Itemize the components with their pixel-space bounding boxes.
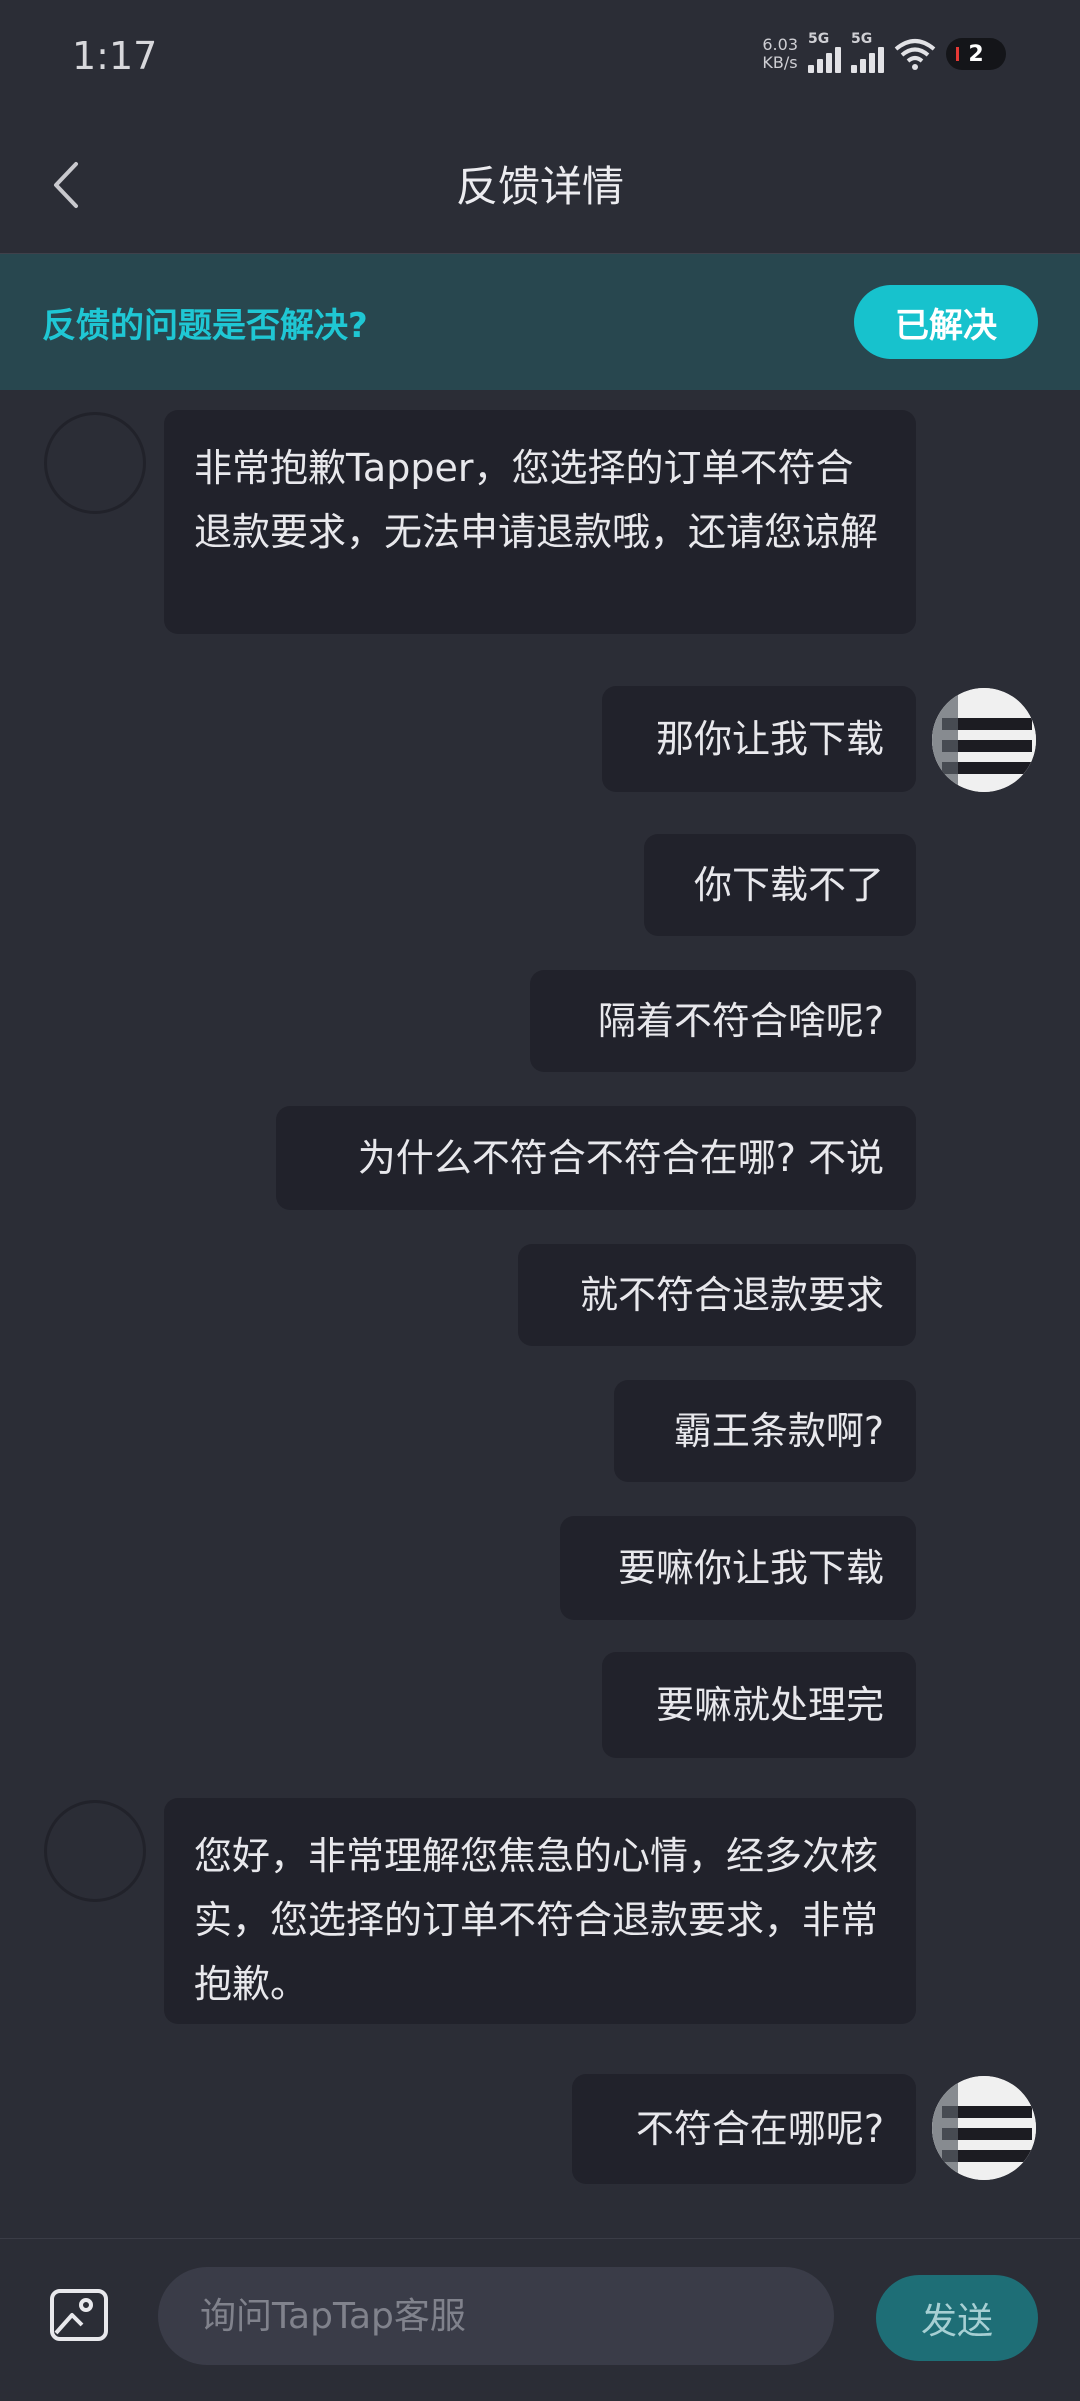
message-text: 就不符合退款要求 [579,1273,884,1317]
wifi-icon [894,39,936,70]
network-speed-unit: KB/s [762,53,798,72]
network-speed: 6.03 KB/s [762,36,798,72]
message-bubble-user: 要嘛你让我下载 [560,1516,916,1620]
message-text: 那你让我下载 [655,717,884,761]
message-bubble-user: 为什么不符合不符合在哪? 不说 [276,1106,916,1210]
page-title: 反馈详情 [455,162,624,211]
status-time: 1:17 [72,34,158,78]
battery-level: 2 [968,41,984,67]
message-text: 您好，非常理解您焦急的心情，经多次核实，您选择的订单不符合退款要求，非常抱歉。 [194,1834,879,2006]
header: 反馈详情 [0,115,1080,254]
message-text: 要嘛就处理完 [655,1683,884,1727]
battery-icon: 2 [946,38,1006,70]
message-text: 隔着不符合啥呢? [597,999,884,1043]
message-bubble-user: 隔着不符合啥呢? [530,970,916,1072]
user-avatar-image [932,688,1036,792]
feedback-question: 反馈的问题是否解决? [42,305,368,346]
feedback-banner: 反馈的问题是否解决? 已解决 [0,254,1080,390]
status-icons: 6.03 KB/s 5G 5G 2 [762,31,1006,74]
message-text: 你下载不了 [693,863,884,907]
message-text: 要嘛你让我下载 [617,1546,884,1590]
user-avatar[interactable] [932,2076,1036,2180]
user-avatar-image [932,2076,1036,2180]
image-upload-button[interactable] [48,2287,110,2343]
message-text: 不符合在哪呢? [635,2107,884,2151]
resolved-button[interactable]: 已解决 [854,285,1038,359]
chat-input[interactable] [158,2267,834,2365]
message-bubble-user: 那你让我下载 [602,686,916,792]
network-speed-value: 6.03 [762,35,798,54]
signal-icon: 5G [808,31,841,73]
signal-label: 5G [808,31,830,47]
message-text: 为什么不符合不符合在哪? 不说 [357,1136,884,1180]
support-avatar [44,1800,146,1902]
status-bar: 1:17 6.03 KB/s 5G 5G 2 [0,0,1080,115]
message-text: 非常抱歉Tapper，您选择的订单不符合退款要求，无法申请退款哦，还请您谅解 [194,446,879,554]
message-bubble-support: 您好，非常理解您焦急的心情，经多次核实，您选择的订单不符合退款要求，非常抱歉。 [164,1798,916,2024]
input-bar: 发送 [0,2238,1080,2401]
image-icon [50,2289,108,2341]
support-avatar [44,412,146,514]
user-avatar[interactable] [932,688,1036,792]
send-button[interactable]: 发送 [876,2275,1038,2361]
message-bubble-user: 你下载不了 [644,834,916,936]
message-bubble-user: 就不符合退款要求 [518,1244,916,1346]
signal-label: 5G [851,31,873,47]
message-bubble-support: 非常抱歉Tapper，您选择的订单不符合退款要求，无法申请退款哦，还请您谅解 [164,410,916,634]
message-bubble-user: 霸王条款啊? [614,1380,916,1482]
message-bubble-user: 不符合在哪呢? [572,2074,916,2184]
message-list: 非常抱歉Tapper，您选择的订单不符合退款要求，无法申请退款哦，还请您谅解 那… [0,392,1080,2236]
message-text: 霸王条款啊? [673,1409,884,1453]
signal-icon: 5G [851,31,884,73]
message-bubble-user: 要嘛就处理完 [602,1652,916,1758]
